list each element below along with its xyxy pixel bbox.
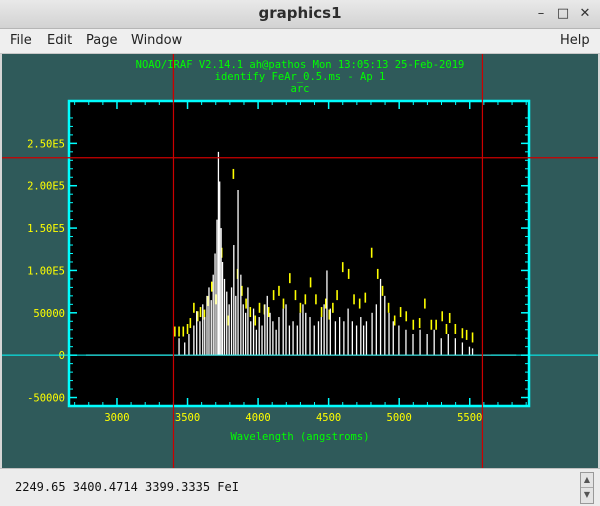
x-tick-label: 5500 bbox=[457, 412, 482, 424]
window-title: graphics1 bbox=[258, 4, 342, 22]
spectrum-plot[interactable]: 3000 3500 4000 4500 5000 5500 -50000 0 50000 1.00… bbox=[2, 54, 598, 468]
x-tick-label: 4500 bbox=[316, 412, 341, 424]
plot-header-line1: NOAO/IRAF V2.14.1 ah@pathos Mon 13:05:13… bbox=[136, 59, 465, 71]
plot-header-line3: arc bbox=[291, 83, 310, 95]
window-titlebar[interactable]: graphics1 – □ ✕ bbox=[0, 0, 600, 29]
scroll-up-icon[interactable]: ▲ bbox=[581, 473, 593, 488]
maximize-icon[interactable]: □ bbox=[554, 5, 572, 23]
y-tick-label: 1.50E5 bbox=[27, 223, 65, 235]
x-tick-label: 3500 bbox=[175, 412, 200, 424]
x-tick-label: 4000 bbox=[245, 412, 270, 424]
graphics-canvas[interactable]: 3000 3500 4000 4500 5000 5500 -50000 0 50000 1.00… bbox=[2, 54, 598, 468]
cursor-coordinates: 2249.65 3400.4714 3399.3335 FeI bbox=[15, 480, 239, 494]
y-tick-label: 2.00E5 bbox=[27, 181, 65, 193]
plot-area bbox=[69, 101, 529, 406]
menu-edit[interactable]: Edit bbox=[47, 33, 72, 48]
y-tick-label: 0 bbox=[59, 350, 65, 362]
x-tick-label: 3000 bbox=[104, 412, 129, 424]
y-tick-label: -50000 bbox=[27, 393, 65, 405]
status-bar: 2249.65 3400.4714 3399.3335 FeI ▲ ▼ bbox=[0, 468, 600, 506]
minimize-icon[interactable]: – bbox=[532, 5, 550, 23]
y-tick-label: 1.00E5 bbox=[27, 265, 65, 277]
menu-file[interactable]: File bbox=[10, 33, 32, 48]
plot-header-line2: identify FeAr_0.5.ms - Ap 1 bbox=[215, 71, 386, 83]
y-tick-label: 50000 bbox=[33, 308, 65, 320]
x-tick-label: 5000 bbox=[387, 412, 412, 424]
status-scrollbar[interactable]: ▲ ▼ bbox=[580, 472, 594, 504]
menu-bar: File Edit Page Window Help bbox=[0, 29, 600, 54]
menu-window[interactable]: Window bbox=[131, 33, 182, 48]
x-axis-label: Wavelength (angstroms) bbox=[230, 431, 369, 443]
menu-page[interactable]: Page bbox=[86, 33, 117, 48]
y-tick-label: 2.50E5 bbox=[27, 138, 65, 150]
scroll-down-icon[interactable]: ▼ bbox=[581, 488, 593, 502]
menu-help[interactable]: Help bbox=[560, 33, 590, 48]
close-icon[interactable]: ✕ bbox=[576, 5, 594, 23]
